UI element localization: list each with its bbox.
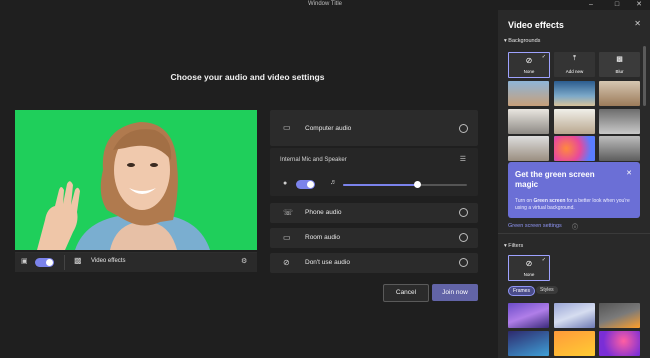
phone-icon: ☏ xyxy=(283,208,294,217)
background-thumbnail[interactable] xyxy=(554,109,595,134)
filter-thumbnail[interactable] xyxy=(599,331,640,356)
microphone-icon: ● xyxy=(283,180,288,187)
selected-check-icon: ✓ xyxy=(541,54,546,60)
settings-gear-icon[interactable]: ⚙ xyxy=(241,257,247,265)
room-audio-option[interactable]: ▭ Room audio xyxy=(270,228,478,248)
callout-body-bold: Green screen xyxy=(533,198,566,204)
window-title: Window Title xyxy=(307,1,342,7)
speaker-icon: ♬ xyxy=(330,179,337,186)
tab-frames[interactable]: Frames xyxy=(508,286,535,296)
background-thumbnail[interactable] xyxy=(599,109,640,134)
callout-body: Turn on Green screen for a better look w… xyxy=(515,198,637,212)
callout-title: Get the green screen magic xyxy=(515,170,595,189)
camera-toggle[interactable] xyxy=(35,258,54,267)
green-screen-callout: Get the green screen magic ✕ Turn on Gre… xyxy=(508,162,640,218)
filter-none-label: None xyxy=(523,272,535,277)
panel-scrollbar[interactable] xyxy=(643,46,646,106)
background-thumbnail[interactable] xyxy=(554,136,595,161)
divider xyxy=(64,255,65,270)
video-controls-bar: ▣ ▩ Video effects ⚙ xyxy=(15,252,257,272)
title-bar: Window Title – □ ✕ xyxy=(0,0,650,10)
device-name: Internal Mic and Speaker xyxy=(280,157,347,163)
blur-icon: ▩ xyxy=(616,56,623,63)
volume-slider[interactable] xyxy=(343,181,467,188)
background-thumbnail[interactable] xyxy=(599,81,640,106)
video-effects-panel: Video effects ✕ ▾ Backgrounds ⊘ ✓ None ⤒… xyxy=(498,10,650,358)
room-display-icon: ▭ xyxy=(283,233,291,242)
computer-audio-option[interactable]: ▭ Computer audio xyxy=(270,110,478,146)
green-screen-settings-link[interactable]: Green screen settings xyxy=(508,223,562,229)
volume-slider-thumb[interactable] xyxy=(414,181,422,188)
section-divider xyxy=(498,233,650,234)
computer-audio-radio[interactable] xyxy=(459,124,468,133)
cancel-button[interactable]: Cancel xyxy=(383,284,429,302)
selected-check-icon: ✓ xyxy=(541,257,546,263)
device-settings-icon[interactable]: ☰ xyxy=(460,155,466,163)
close-window-button[interactable]: ✕ xyxy=(628,0,650,10)
maximize-button[interactable]: □ xyxy=(606,0,628,10)
video-effects-label[interactable]: Video effects xyxy=(91,258,125,264)
background-blur[interactable]: ▩ Blur xyxy=(599,52,640,77)
blur-label: Blur xyxy=(615,69,624,74)
tab-styles[interactable]: Styles xyxy=(536,286,558,294)
minimize-button[interactable]: – xyxy=(580,0,602,10)
phone-audio-option[interactable]: ☏ Phone audio xyxy=(270,203,478,223)
room-audio-radio[interactable] xyxy=(459,233,468,242)
join-now-button[interactable]: Join now xyxy=(432,284,478,301)
video-preview xyxy=(15,110,257,250)
panel-title: Video effects xyxy=(508,20,564,30)
callout-body-text: Turn on xyxy=(515,198,534,204)
filter-thumbnail[interactable] xyxy=(599,303,640,328)
phone-audio-radio[interactable] xyxy=(459,208,468,217)
background-thumbnail[interactable] xyxy=(508,109,549,134)
background-thumbnail[interactable] xyxy=(508,81,549,106)
device-settings: Internal Mic and Speaker ☰ ● ♬ xyxy=(270,148,478,196)
info-icon[interactable]: ⓘ xyxy=(572,222,578,231)
phone-audio-label: Phone audio xyxy=(305,209,342,216)
volume-slider-fill xyxy=(343,184,418,186)
background-add-new[interactable]: ⤒ Add new xyxy=(554,52,595,77)
microphone-toggle[interactable] xyxy=(296,180,315,189)
page-heading: Choose your audio and video settings xyxy=(170,72,325,82)
backgrounds-section-header[interactable]: ▾ Backgrounds xyxy=(504,38,540,44)
filter-thumbnail[interactable] xyxy=(508,303,549,328)
filter-thumbnail[interactable] xyxy=(554,303,595,328)
close-panel-icon[interactable]: ✕ xyxy=(634,19,641,28)
computer-icon: ▭ xyxy=(283,123,291,132)
backgrounds-label: Backgrounds xyxy=(508,38,541,44)
dont-use-audio-option[interactable]: ⊘ Don't use audio xyxy=(270,253,478,273)
computer-audio-label: Computer audio xyxy=(305,125,352,132)
filter-none[interactable]: ⊘ ✓ None xyxy=(508,255,550,281)
person-image xyxy=(15,110,257,250)
video-effects-icon[interactable]: ▩ xyxy=(74,256,82,265)
callout-close-icon[interactable]: ✕ xyxy=(626,169,632,177)
background-thumbnail[interactable] xyxy=(554,81,595,106)
no-audio-icon: ⊘ xyxy=(283,258,290,267)
filter-thumbnail[interactable] xyxy=(508,331,549,356)
filters-section-header[interactable]: ▾ Filters xyxy=(504,243,523,249)
dont-use-audio-radio[interactable] xyxy=(459,258,468,267)
none-label: None xyxy=(523,69,535,74)
filters-label: Filters xyxy=(508,243,524,249)
background-none[interactable]: ⊘ ✓ None xyxy=(508,52,550,78)
background-thumbnail[interactable] xyxy=(599,136,640,161)
filter-thumbnail[interactable] xyxy=(554,331,595,356)
room-audio-label: Room audio xyxy=(305,234,341,241)
upload-icon: ⤒ xyxy=(572,55,577,62)
camera-icon: ▣ xyxy=(21,258,28,265)
background-thumbnail[interactable] xyxy=(508,136,549,161)
add-new-label: Add new xyxy=(565,69,584,74)
dont-use-audio-label: Don't use audio xyxy=(305,259,350,266)
